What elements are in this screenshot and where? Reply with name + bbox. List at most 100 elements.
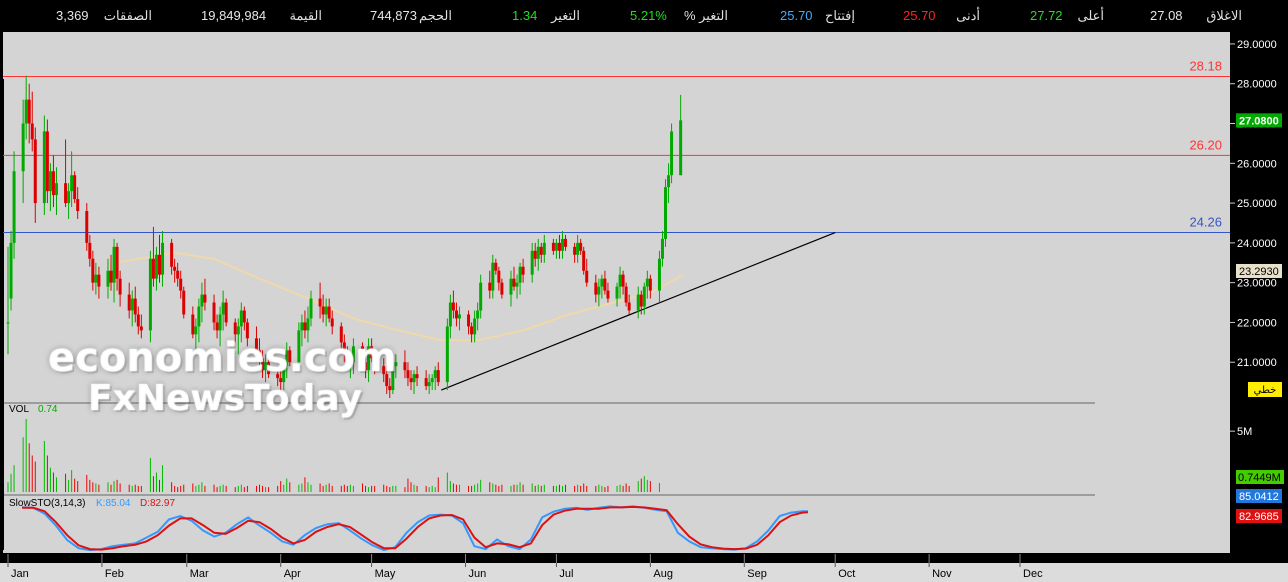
candle-body [85,211,89,243]
candle-body [557,242,561,251]
candle-body [24,99,28,124]
candle-body [367,346,371,371]
candle-body [118,278,122,295]
candle-body [406,370,410,379]
candle-body [533,250,537,259]
candle-body [54,183,58,196]
month-tick-label: Mar [190,568,209,580]
price-tick-label: 24.0000 [1237,238,1277,250]
candle-body [424,378,428,387]
candle-body [576,242,580,255]
candle-body [318,298,322,307]
candle-body [212,302,216,323]
candle-body [239,310,243,327]
candle-body [412,374,416,383]
candle-body [597,286,601,295]
level-label: 26.20 [1189,137,1222,152]
candle-body [624,286,628,303]
candle-body [470,326,474,335]
month-tick-label: Jul [559,568,573,580]
candle-body [382,366,386,375]
price-tick-label: 28.0000 [1237,79,1277,91]
candle-body [512,278,516,287]
candle-body [70,175,74,192]
candle-body [215,322,219,331]
candle-body [158,254,161,275]
candle-body [233,322,237,335]
price-tick-label: 21.0000 [1237,357,1277,369]
candle-body [264,362,268,371]
volume-value: 0.74 [38,404,58,415]
price-tick-label: 26.0000 [1237,158,1277,170]
candle-body [391,366,395,391]
candle-body [618,274,622,287]
candle-body [621,274,625,287]
candle-body [139,326,143,331]
quote-value: 25.70 [903,8,936,23]
candle-body [409,378,413,383]
candle-body [536,246,540,259]
candle-body [451,302,455,311]
candle-body [191,314,195,335]
candle-body [645,278,649,287]
candle-body [76,199,80,212]
candle-body [660,238,664,259]
price-tick-label: 25.0000 [1237,198,1277,210]
candle-body [261,358,265,371]
candle-body [306,318,310,331]
candle-body [667,175,671,188]
candle-body [151,258,155,279]
candle-body [445,326,449,383]
candle-body [109,270,113,283]
candle-body [73,175,77,200]
candle-body [136,314,140,327]
price-chart[interactable]: JanFebMarAprMayJunJulAugSepOctNovDecJanF… [0,32,1288,582]
candle-body [639,294,643,307]
candle-body [515,282,519,287]
candle-body [509,278,513,295]
candle-body [521,266,525,275]
candle-body [297,330,301,363]
level-label: 28.18 [1189,59,1222,74]
candle-body [194,326,198,335]
candle-body [30,123,34,140]
candle-body [415,374,419,379]
candle-body [300,322,304,331]
quote-value: 3,369 [56,8,89,23]
candle-body [351,346,355,363]
candle-body [361,346,365,363]
price-axis: 29.000028.000027.000026.000025.000024.00… [1230,39,1277,369]
candle-body [179,278,183,291]
month-tick-label: Jun [469,568,487,580]
quote-value: 1.34 [512,8,538,23]
quote-label: التغير % [683,8,728,23]
candle-body [530,250,534,275]
candle-body [324,306,328,315]
candle-body [476,310,480,319]
candle-body [127,294,131,311]
candle-body [257,350,261,359]
candle-body [254,338,258,351]
candle-body [636,294,640,311]
candle-body [282,366,286,383]
candle-body [542,242,546,255]
month-tick-label: Feb [105,568,124,580]
candle-body [467,314,471,327]
quote-value: 744,873 [370,8,417,23]
candle-body [88,242,92,259]
candle-body [242,310,246,323]
month-tick-label: Aug [653,568,673,580]
candle-body [12,171,16,243]
candle-body [64,183,68,204]
candle-body [373,358,377,367]
candle-body [348,362,352,367]
candle-body [388,386,392,391]
price-tick-label: 22.0000 [1237,317,1277,329]
candle-body [473,318,477,335]
candle-body [491,262,495,291]
candle-body [497,270,501,283]
candle-body [627,302,631,311]
candle-body [245,322,249,339]
month-tick-label: Sep [747,568,767,580]
candle-body [94,274,98,283]
